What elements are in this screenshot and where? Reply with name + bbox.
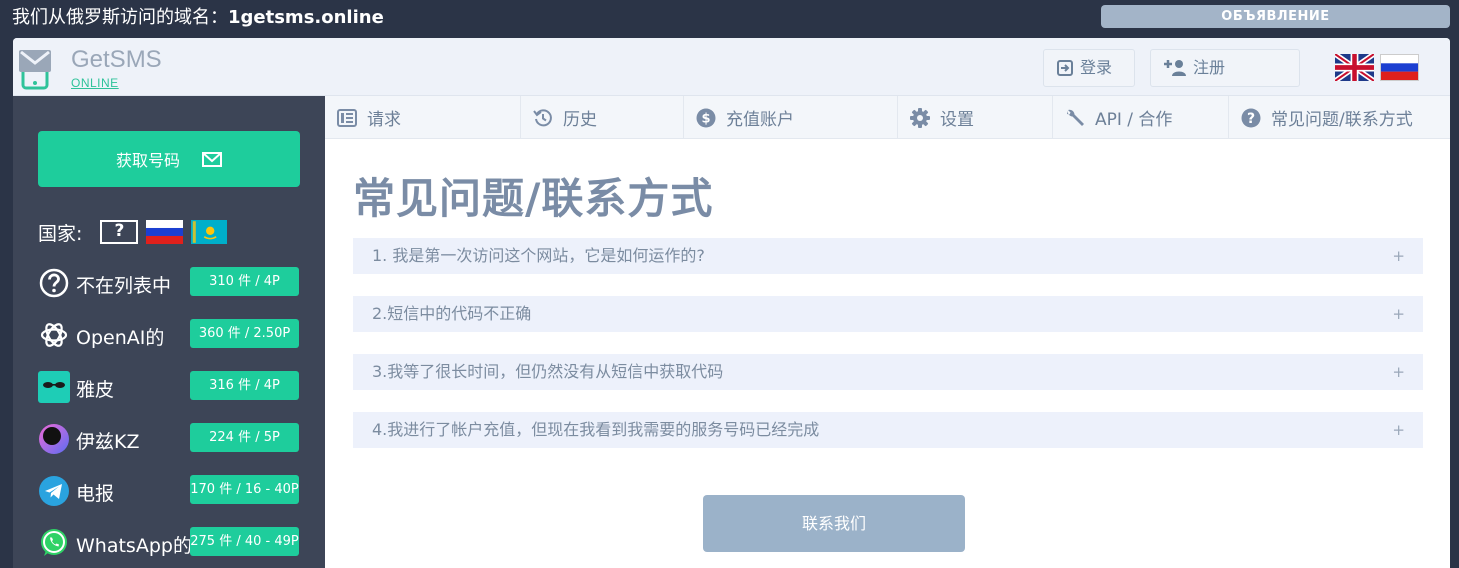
flag-unknown-icon[interactable]: ? <box>100 220 139 244</box>
main-content: 常见问题/联系方式 1. 我是第一次访问这个网站，它是如何运作的? + 2.短信… <box>325 139 1450 568</box>
announcement-button[interactable]: ОБЪЯВЛЕНИЕ <box>1101 5 1450 28</box>
dollar-icon: $ <box>696 108 716 127</box>
tab-settings[interactable]: 设置 <box>898 96 1053 139</box>
top-bar: 我们从俄罗斯访问的域名：1getsms.online ОБЪЯВЛЕНИЕ <box>0 0 1459 36</box>
service-row[interactable]: WhatsApp的 275 件 / 40 - 49P <box>38 524 308 568</box>
izi-icon <box>39 424 69 454</box>
svg-text:?: ? <box>1247 111 1255 127</box>
tab-label: 历史 <box>563 110 597 130</box>
site-header: GetSMS ONLINE 登录 注册 <box>13 38 1450 96</box>
service-price[interactable]: 224 件 / 5P <box>190 423 299 452</box>
flag-russia-icon[interactable] <box>146 220 184 244</box>
faq-list: 1. 我是第一次访问这个网站，它是如何运作的? + 2.短信中的代码不正确 + … <box>353 238 1423 470</box>
whatsapp-icon <box>41 529 67 556</box>
domain-link[interactable]: 1getsms.online <box>228 7 384 28</box>
service-price[interactable]: 316 件 / 4P <box>190 371 299 400</box>
expand-icon[interactable]: + <box>1392 238 1405 274</box>
main-nav: 请求 历史 $ 充值账户 设置 API / 合作 ? 常见问题/联系方式 <box>325 96 1450 139</box>
get-number-label: 获取号码 <box>115 151 180 170</box>
service-price[interactable]: 170 件 / 16 - 40P <box>190 475 299 504</box>
question-icon: ? <box>1241 108 1261 127</box>
service-price[interactable]: 275 件 / 40 - 49P <box>190 527 299 556</box>
service-name: 雅皮 <box>76 379 115 401</box>
service-price[interactable]: 360 件 / 2.50P <box>190 319 299 348</box>
tab-faq-contacts[interactable]: ? 常见问题/联系方式 <box>1229 96 1450 139</box>
main-card: GetSMS ONLINE 登录 注册 获取号码 国家: ? 不在列表中 310… <box>13 38 1450 568</box>
faq-item[interactable]: 2.短信中的代码不正确 + <box>353 296 1423 332</box>
add-user-icon <box>1164 60 1186 76</box>
flag-uk-icon[interactable] <box>1335 54 1374 81</box>
service-row[interactable]: OpenAI的 360 件 / 2.50P <box>38 316 308 368</box>
list-icon <box>337 108 357 127</box>
domain-notice: 我们从俄罗斯访问的域名：1getsms.online <box>12 6 384 30</box>
logo[interactable]: GetSMS ONLINE <box>19 44 189 92</box>
wrench-icon <box>1067 109 1084 126</box>
login-label: 登录 <box>1080 58 1113 77</box>
logo-phone-icon <box>19 50 51 90</box>
openai-icon <box>40 323 68 347</box>
domain-prefix: 我们从俄罗斯访问的域名： <box>12 7 228 28</box>
service-name: 电报 <box>76 483 115 505</box>
service-name: WhatsApp的 <box>76 535 192 557</box>
service-name: 不在列表中 <box>76 275 172 297</box>
expand-icon[interactable]: + <box>1392 354 1405 390</box>
faq-question: 4.我进行了帐户充值，但现在我看到我需要的服务号码已经完成 <box>372 420 820 439</box>
service-price[interactable]: 310 件 / 4P <box>190 267 299 296</box>
tab-top-up[interactable]: $ 充值账户 <box>684 96 898 139</box>
service-list: 不在列表中 310 件 / 4P OpenAI的 360 件 / 2.50P 雅… <box>38 264 308 568</box>
faq-question: 2.短信中的代码不正确 <box>372 304 532 323</box>
login-icon <box>1057 60 1073 76</box>
yappy-icon <box>38 371 70 403</box>
contact-us-button[interactable]: 联系我们 <box>703 495 965 552</box>
tab-history[interactable]: 历史 <box>521 96 684 139</box>
question-circle-icon <box>39 268 69 298</box>
service-name: OpenAI的 <box>76 327 165 349</box>
service-name: 伊兹KZ <box>76 431 140 453</box>
login-button[interactable]: 登录 <box>1043 49 1135 87</box>
country-label: 国家: <box>38 222 83 245</box>
tab-label: 充值账户 <box>726 110 794 130</box>
service-row[interactable]: 雅皮 316 件 / 4P <box>38 368 308 420</box>
logo-subtitle: ONLINE <box>71 76 119 90</box>
history-icon <box>533 108 552 126</box>
tab-label: API / 合作 <box>1095 110 1173 130</box>
tab-api[interactable]: API / 合作 <box>1053 96 1229 139</box>
faq-question: 3.我等了很长时间，但仍然没有从短信中获取代码 <box>372 362 724 381</box>
get-number-button[interactable]: 获取号码 <box>38 131 300 187</box>
service-row[interactable]: 不在列表中 310 件 / 4P <box>38 264 308 316</box>
expand-icon[interactable]: + <box>1392 412 1405 448</box>
faq-item[interactable]: 4.我进行了帐户充值，但现在我看到我需要的服务号码已经完成 + <box>353 412 1423 448</box>
tab-requests[interactable]: 请求 <box>325 96 521 139</box>
faq-item[interactable]: 3.我等了很长时间，但仍然没有从短信中获取代码 + <box>353 354 1423 390</box>
tab-label: 请求 <box>367 110 401 130</box>
tab-label: 常见问题/联系方式 <box>1271 110 1413 130</box>
register-button[interactable]: 注册 <box>1150 49 1300 87</box>
flag-russia-icon[interactable] <box>1380 54 1419 81</box>
register-label: 注册 <box>1193 58 1226 77</box>
flag-kazakhstan-icon[interactable] <box>191 220 228 244</box>
logo-name: GetSMS <box>71 46 162 73</box>
faq-question: 1. 我是第一次访问这个网站，它是如何运作的? <box>372 246 705 265</box>
tab-label: 设置 <box>940 110 974 130</box>
expand-icon[interactable]: + <box>1392 296 1405 332</box>
telegram-icon <box>39 476 69 506</box>
service-row[interactable]: 电报 170 件 / 16 - 40P <box>38 472 308 524</box>
page-title: 常见问题/联系方式 <box>353 174 714 223</box>
country-selector: 国家: ? <box>38 218 228 246</box>
gear-icon <box>910 107 930 128</box>
envelope-icon <box>202 151 222 167</box>
faq-item[interactable]: 1. 我是第一次访问这个网站，它是如何运作的? + <box>353 238 1423 274</box>
sidebar: 获取号码 国家: ? 不在列表中 310 件 / 4P OpenAI的 360 … <box>13 96 325 568</box>
service-row[interactable]: 伊兹KZ 224 件 / 5P <box>38 420 308 472</box>
svg-text:$: $ <box>701 111 710 126</box>
